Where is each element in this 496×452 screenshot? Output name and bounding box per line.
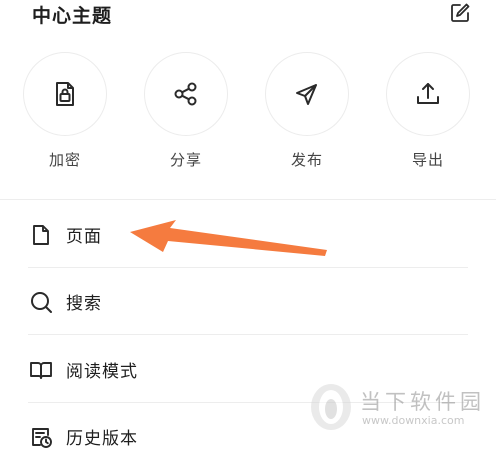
edit-icon <box>451 3 470 22</box>
export-label: 导出 <box>411 151 444 169</box>
panel-header: 中心主题 <box>0 0 496 30</box>
edit-button[interactable] <box>448 1 472 25</box>
encrypt-file-icon <box>56 82 74 106</box>
export-button[interactable]: 导出 <box>386 52 470 170</box>
menu-item-reading-mode[interactable]: 阅读模式 <box>0 337 496 403</box>
history-icon <box>32 428 52 448</box>
action-row: 加密 分享 发布 导出 <box>0 52 496 182</box>
share-icon <box>174 82 197 106</box>
panel-title: 中心主题 <box>32 5 113 27</box>
publish-circle <box>265 52 349 136</box>
menu-item-label: 搜索 <box>66 294 102 314</box>
menu-item-label: 页面 <box>66 227 102 247</box>
menu-item-page[interactable]: 页面 <box>0 202 496 268</box>
section-divider <box>0 199 496 200</box>
menu-divider <box>28 402 468 403</box>
topic-menu-panel: 中心主题 加密 分享 发布 导出 页面 搜索 阅读模式 历史版本 当下软件园 w… <box>0 0 496 452</box>
share-button[interactable]: 分享 <box>144 52 228 170</box>
menu-divider <box>28 334 468 335</box>
search-icon <box>31 292 52 313</box>
publish-button[interactable]: 发布 <box>265 52 349 170</box>
menu-item-label: 历史版本 <box>66 429 138 449</box>
share-circle <box>144 52 228 136</box>
encrypt-button[interactable]: 加密 <box>23 52 107 170</box>
menu-item-history[interactable]: 历史版本 <box>0 404 496 452</box>
share-label: 分享 <box>169 151 202 169</box>
book-icon <box>30 362 52 379</box>
encrypt-circle <box>23 52 107 136</box>
export-circle <box>386 52 470 136</box>
menu-item-search[interactable]: 搜索 <box>0 269 496 335</box>
encrypt-label: 加密 <box>48 151 81 169</box>
menu-divider <box>28 267 468 268</box>
menu-item-label: 阅读模式 <box>66 362 138 382</box>
export-icon <box>417 83 439 104</box>
page-icon <box>33 225 49 245</box>
publish-label: 发布 <box>290 151 323 169</box>
send-icon <box>296 84 317 105</box>
